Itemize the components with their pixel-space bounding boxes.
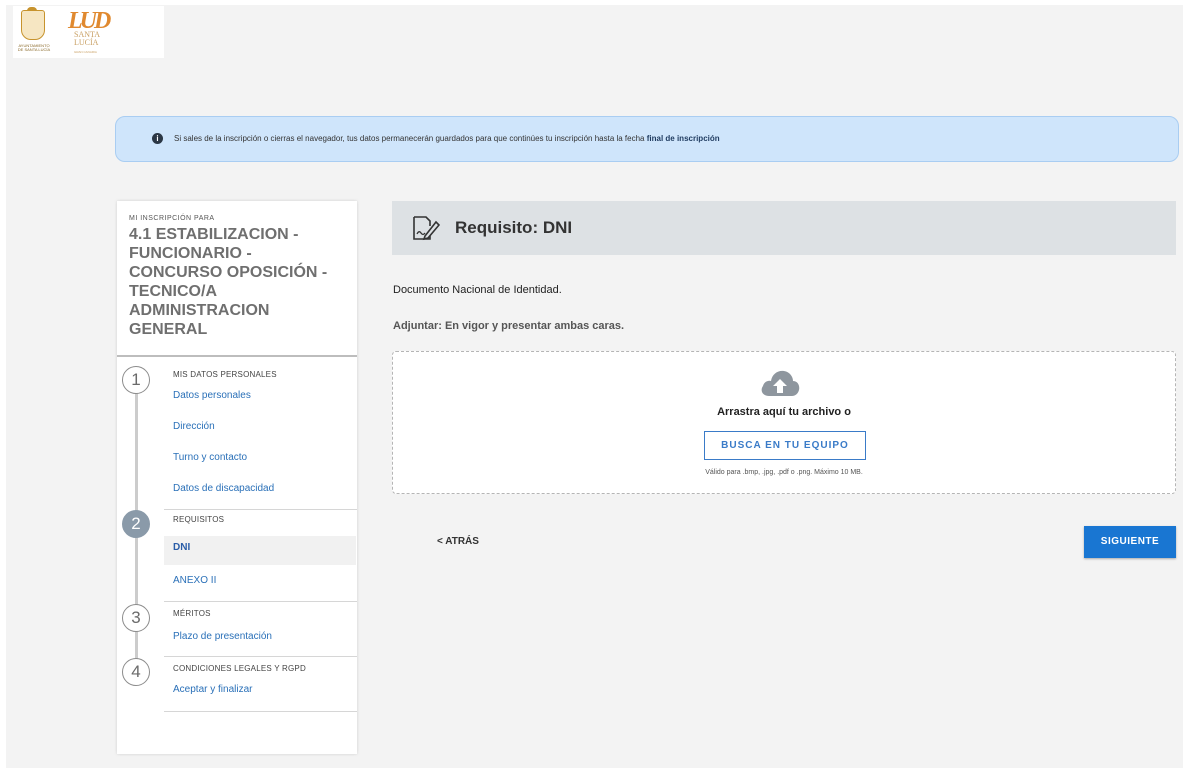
cloud-upload-icon xyxy=(761,370,800,396)
document-signature-icon xyxy=(413,216,440,241)
step-2-circle: 2 xyxy=(122,510,150,538)
next-button[interactable]: SIGUIENTE xyxy=(1084,526,1176,558)
step-3-title: MÉRITOS xyxy=(173,609,211,618)
sidebar-link-aceptar[interactable]: Aceptar y finalizar xyxy=(173,684,252,695)
requirement-header: Requisito: DNI xyxy=(392,201,1176,255)
sidebar-divider xyxy=(117,355,357,357)
step-separator xyxy=(164,711,357,712)
brand-logo-subtitle: GRAN CANARIA xyxy=(74,50,97,54)
dropzone-file-note: Válido para .bmp, .jpg, .pdf o .png. Máx… xyxy=(705,469,863,476)
step-1-circle: 1 xyxy=(122,366,150,394)
notice-emphasis: final de inscripción xyxy=(646,134,720,143)
step-4-title: CONDICIONES LEGALES Y RGPD xyxy=(173,664,306,673)
step-separator xyxy=(164,656,357,657)
sidebar-link-dni[interactable]: DNI xyxy=(173,542,190,553)
sidebar-link-anexo-ii[interactable]: ANEXO II xyxy=(173,575,216,586)
step-3-circle: 3 xyxy=(122,604,150,632)
dropzone-text: Arrastra aquí tu archivo o xyxy=(717,406,851,418)
requirement-title: Requisito: DNI xyxy=(455,218,573,237)
notice-message: Si sales de la inscripción o cierras el … xyxy=(174,134,647,143)
crest-caption: AYUNTAMIENTO DE SANTA LUCÍA xyxy=(17,43,51,52)
sidebar-link-direccion[interactable]: Dirección xyxy=(173,421,215,432)
sidebar-link-plazo[interactable]: Plazo de presentación xyxy=(173,631,272,642)
registration-title: 4.1 ESTABILIZACION - FUNCIONARIO - CONCU… xyxy=(129,226,328,338)
info-notice: i Si sales de la inscripción o cierras e… xyxy=(115,116,1179,162)
sidebar-link-turno-contacto[interactable]: Turno y contacto xyxy=(173,452,247,463)
registration-sidebar: MI INSCRIPCIÓN PARA 4.1 ESTABILIZACION -… xyxy=(117,201,357,754)
back-button[interactable]: < ATRÁS xyxy=(437,536,479,547)
sidebar-kicker: MI INSCRIPCIÓN PARA xyxy=(129,215,215,222)
requirement-description: Documento Nacional de Identidad. xyxy=(393,284,562,296)
step-1-title: MIS DATOS PERSONALES xyxy=(173,370,277,379)
current-step-highlight xyxy=(164,536,356,565)
sidebar-link-discapacidad[interactable]: Datos de discapacidad xyxy=(173,483,274,494)
step-4-circle: 4 xyxy=(122,658,150,686)
step-separator xyxy=(164,509,357,510)
attachment-instructions: Adjuntar: En vigor y presentar ambas car… xyxy=(393,320,625,332)
step-2-title: REQUISITOS xyxy=(173,515,225,524)
file-dropzone[interactable]: Arrastra aquí tu archivo o BUSCA EN TU E… xyxy=(392,351,1176,494)
sidebar-link-datos-personales[interactable]: Datos personales xyxy=(173,390,251,401)
notice-text: Si sales de la inscripción o cierras el … xyxy=(174,133,720,144)
browse-files-button[interactable]: BUSCA EN TU EQUIPO xyxy=(704,431,866,460)
crest-logo xyxy=(21,10,45,40)
info-icon: i xyxy=(152,133,163,144)
brand-logo-name: SANTA LUCÍA xyxy=(74,30,100,47)
step-separator xyxy=(164,601,357,602)
